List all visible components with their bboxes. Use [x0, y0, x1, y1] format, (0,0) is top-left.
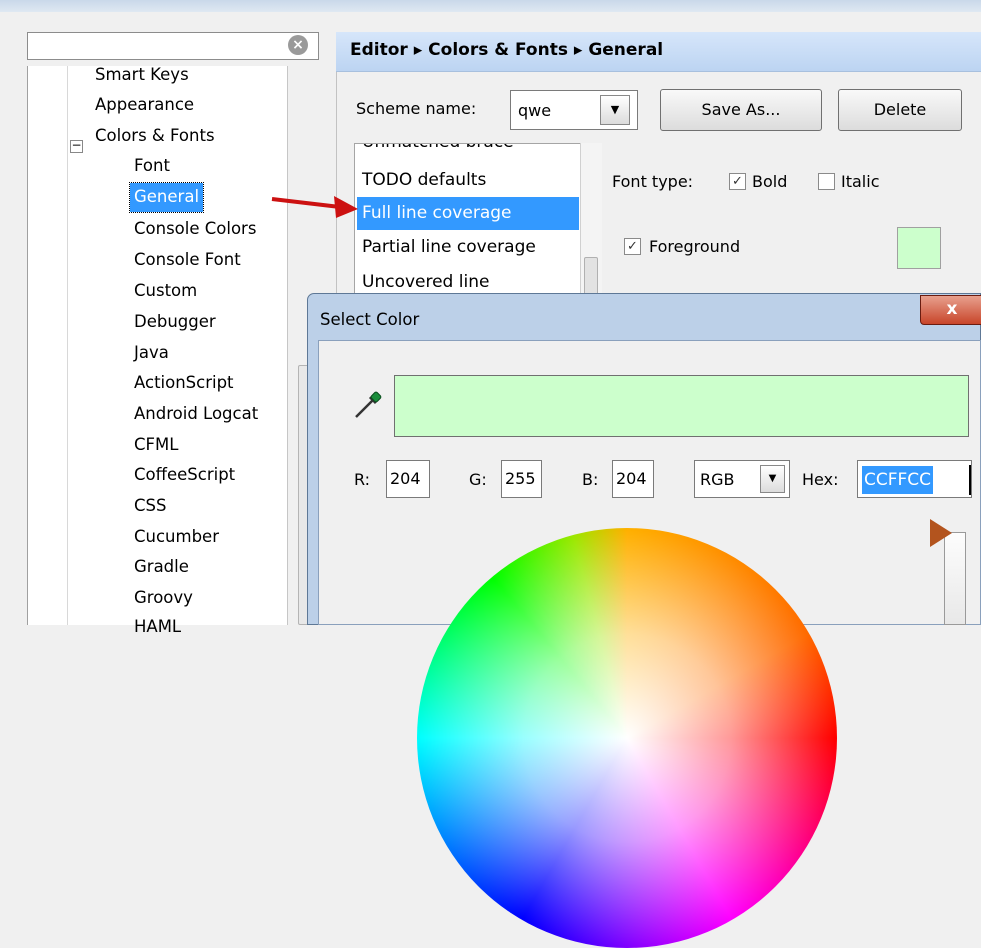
tree-item-colors-fonts[interactable]: Colors & Fonts: [95, 121, 215, 150]
top-window-strip: [0, 0, 981, 12]
save-as-button[interactable]: Save As...: [660, 89, 822, 131]
foreground-color-swatch[interactable]: [897, 227, 941, 269]
blue-value-field[interactable]: 204: [612, 460, 654, 498]
tree-item-gradle[interactable]: Gradle: [134, 552, 189, 581]
tree-item-cucumber[interactable]: Cucumber: [134, 522, 219, 551]
chevron-down-icon[interactable]: ▼: [600, 95, 630, 125]
tree-item-custom[interactable]: Custom: [134, 276, 197, 305]
green-label: G:: [469, 470, 487, 489]
breadcrumb: Editor ▸ Colors & Fonts ▸ General: [350, 40, 664, 60]
blue-label: B:: [582, 470, 599, 489]
tree-item-font[interactable]: Font: [134, 151, 170, 180]
italic-checkbox[interactable]: [818, 173, 835, 190]
list-item[interactable]: TODO defaults: [357, 164, 579, 197]
green-value-field[interactable]: 255: [501, 460, 542, 498]
tree-item-groovy[interactable]: Groovy: [134, 583, 193, 612]
text-caret: [969, 465, 971, 495]
delete-button[interactable]: Delete: [838, 89, 962, 131]
attribute-list: Unmatched brace TODO defaults Full line …: [354, 143, 602, 303]
tree-item-haml[interactable]: HAML: [134, 612, 181, 641]
brightness-slider-handle[interactable]: [930, 519, 952, 547]
tree-item-smart-keys[interactable]: Smart Keys: [95, 60, 189, 89]
font-type-label: Font type:: [612, 172, 694, 191]
bold-label: Bold: [752, 172, 788, 191]
scheme-select-value: qwe: [518, 101, 552, 120]
foreground-label: Foreground: [649, 237, 741, 256]
tree-item-appearance[interactable]: Appearance: [95, 90, 194, 119]
red-pointer-arrow-icon: [271, 196, 358, 218]
tree-item-cfml[interactable]: CFML: [134, 430, 178, 459]
red-label: R:: [354, 470, 371, 489]
tree-item-console-colors[interactable]: Console Colors: [134, 214, 256, 243]
dialog-title: Select Color: [320, 310, 420, 329]
list-item-selected[interactable]: Full line coverage: [357, 197, 579, 230]
tree-item-css[interactable]: CSS: [134, 491, 166, 520]
italic-label: Italic: [841, 172, 880, 191]
collapse-toggle-icon[interactable]: −: [70, 139, 83, 153]
eyedropper-icon[interactable]: [353, 390, 383, 420]
tree-guide-line: [67, 66, 68, 625]
color-preview-swatch: [394, 375, 969, 437]
tree-item-java[interactable]: Java: [134, 338, 169, 367]
foreground-checkbox[interactable]: ✓: [624, 238, 641, 255]
tree-item-android-logcat[interactable]: Android Logcat: [134, 399, 258, 428]
attribute-list-scrollbar-thumb[interactable]: [584, 257, 598, 295]
tree-item-general[interactable]: General: [128, 182, 205, 213]
list-item[interactable]: Unmatched brace: [357, 144, 579, 159]
clear-search-icon[interactable]: ×: [288, 35, 308, 55]
list-item[interactable]: Partial line coverage: [357, 231, 579, 264]
color-mode-value: RGB: [700, 470, 735, 489]
hex-label: Hex:: [802, 470, 839, 489]
color-wheel-saturation-overlay: [417, 528, 837, 948]
tree-item-actionscript[interactable]: ActionScript: [134, 368, 234, 397]
red-value-field[interactable]: 204: [386, 460, 430, 498]
tree-item-console-font[interactable]: Console Font: [134, 245, 241, 274]
chevron-down-icon[interactable]: ▼: [760, 465, 785, 493]
scheme-name-label: Scheme name:: [356, 99, 477, 118]
settings-search-input[interactable]: [27, 32, 319, 60]
tree-item-coffeescript[interactable]: CoffeeScript: [134, 460, 235, 489]
tree-item-debugger[interactable]: Debugger: [134, 307, 216, 336]
hex-value-text: CCFFCC: [862, 466, 934, 494]
bold-checkbox[interactable]: ✓: [729, 173, 746, 190]
close-icon[interactable]: x: [920, 295, 981, 325]
